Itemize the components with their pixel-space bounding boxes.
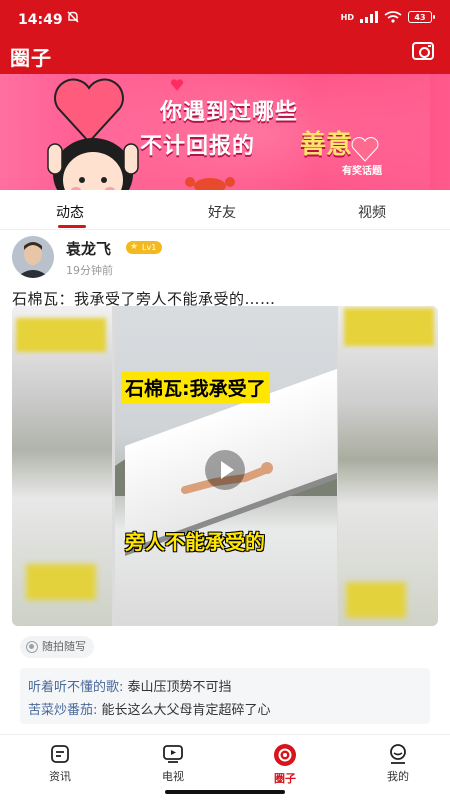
circle-icon: [274, 744, 296, 766]
comment-text: 泰山压顶势不可挡: [127, 680, 232, 695]
topic-icon: [26, 641, 38, 653]
topic-banner[interactable]: 你遇到过哪些 不计回报的 善意 有奖话题: [0, 74, 450, 190]
battery-level: 43: [414, 12, 426, 22]
comment-user: 听着听不懂的歌:: [28, 680, 124, 695]
status-bar: 14:49 HD 43: [0, 0, 450, 34]
hd-indicator: HD: [340, 12, 354, 22]
comment-item: 苦菜炒番茄: 能长这么大父母肯定超碎了心: [28, 699, 271, 718]
camera-icon[interactable]: [412, 42, 434, 60]
active-tab-indicator: [58, 225, 86, 228]
cartoon-girl-illustration: [47, 138, 139, 190]
tab-dynamic[interactable]: 动态: [56, 202, 84, 222]
comment-text: 能长这么大父母肯定超碎了心: [101, 703, 271, 718]
page-title: 圈子: [10, 46, 52, 70]
video-thumbnail[interactable]: 石棉瓦:我承受了 旁人不能承受的: [12, 306, 438, 626]
banner-tag: 有奖话题: [342, 166, 382, 177]
video-caption-top: 石棉瓦:我承受了: [121, 372, 270, 403]
status-time: 14:49: [18, 12, 63, 28]
video-caption-bottom: 旁人不能承受的: [125, 530, 265, 554]
tv-icon: [163, 745, 183, 763]
banner-title-line1: 你遇到过哪些: [160, 100, 299, 125]
news-icon: [51, 745, 69, 763]
banner-title-line2: 不计回报的: [140, 134, 256, 159]
avatar[interactable]: [12, 236, 54, 278]
divider: [0, 229, 450, 230]
tab-videos[interactable]: 视频: [358, 202, 386, 222]
post-author[interactable]: 袁龙飞: [66, 238, 111, 259]
nav-label: 电视: [162, 770, 184, 783]
wifi-icon: [384, 11, 402, 23]
nav-news[interactable]: 资讯: [30, 743, 90, 784]
battery-icon: 43: [408, 11, 435, 23]
nav-label: 资讯: [49, 770, 71, 783]
tab-friends[interactable]: 好友: [208, 202, 236, 222]
nav-me[interactable]: 我的: [368, 743, 428, 784]
mute-bell-icon: [66, 10, 80, 28]
play-button[interactable]: [205, 450, 245, 490]
post-timestamp: 19分钟前: [66, 264, 113, 277]
signal-icon: [360, 11, 378, 23]
banner-highlight: 善意: [300, 130, 353, 160]
comment-preview[interactable]: 听着听不懂的歌: 泰山压顶势不可挡 苦菜炒番茄: 能长这么大父母肯定超碎了心: [20, 668, 430, 724]
crab-illustration: [185, 177, 235, 190]
home-indicator: [165, 790, 285, 794]
feed-tabs: 动态 好友 视频: [0, 190, 450, 230]
topic-chip[interactable]: 随拍随写: [20, 636, 94, 658]
app-header: 14:49 HD 43 圈子: [0, 0, 450, 74]
level-badge: Lv1: [126, 241, 163, 254]
comment-user: 苦菜炒番茄:: [28, 703, 98, 718]
nav-label: 圈子: [274, 772, 296, 785]
profile-icon: [390, 744, 406, 764]
comment-item: 听着听不懂的歌: 泰山压顶势不可挡: [28, 676, 232, 695]
nav-circle[interactable]: 圈子: [255, 743, 315, 786]
heart-icon: [170, 79, 184, 91]
nav-label: 我的: [387, 770, 409, 783]
heart-icon: [351, 137, 379, 162]
topic-chip-label: 随拍随写: [42, 640, 86, 653]
nav-tv[interactable]: 电视: [143, 743, 203, 784]
